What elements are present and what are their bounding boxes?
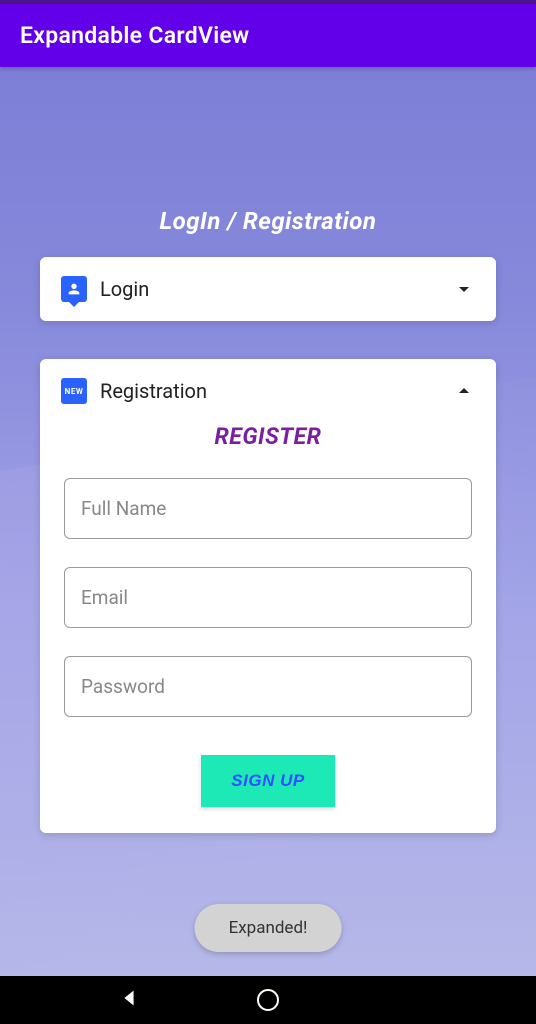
navigation-bar [0,976,536,1024]
password-input[interactable] [64,656,472,717]
registration-card-icon: NEW [60,377,88,405]
register-form-title: REGISTER [64,423,472,450]
app-bar-title: Expandable CardView [20,22,516,49]
person-icon [61,276,87,302]
login-card-icon [60,275,88,303]
registration-card: NEW Registration REGISTER SIGN UP [40,359,496,833]
login-card-header[interactable]: Login [40,257,496,321]
nav-home-button[interactable] [257,989,279,1011]
registration-card-header[interactable]: NEW Registration [40,359,496,423]
chevron-down-icon [452,277,476,301]
section-title: LogIn / Registration [40,207,496,235]
registration-card-title: Registration [100,379,452,403]
app-bar: Expandable CardView [0,4,536,67]
login-card-title: Login [100,277,452,301]
new-badge-icon: NEW [61,378,87,404]
toast-message: Expanded! [195,904,342,952]
chevron-up-icon [452,379,476,403]
nav-back-button[interactable] [118,987,140,1013]
signup-button[interactable]: SIGN UP [201,755,334,807]
email-input[interactable] [64,567,472,628]
registration-card-body: REGISTER SIGN UP [40,423,496,833]
login-card: Login [40,257,496,321]
full-name-input[interactable] [64,478,472,539]
